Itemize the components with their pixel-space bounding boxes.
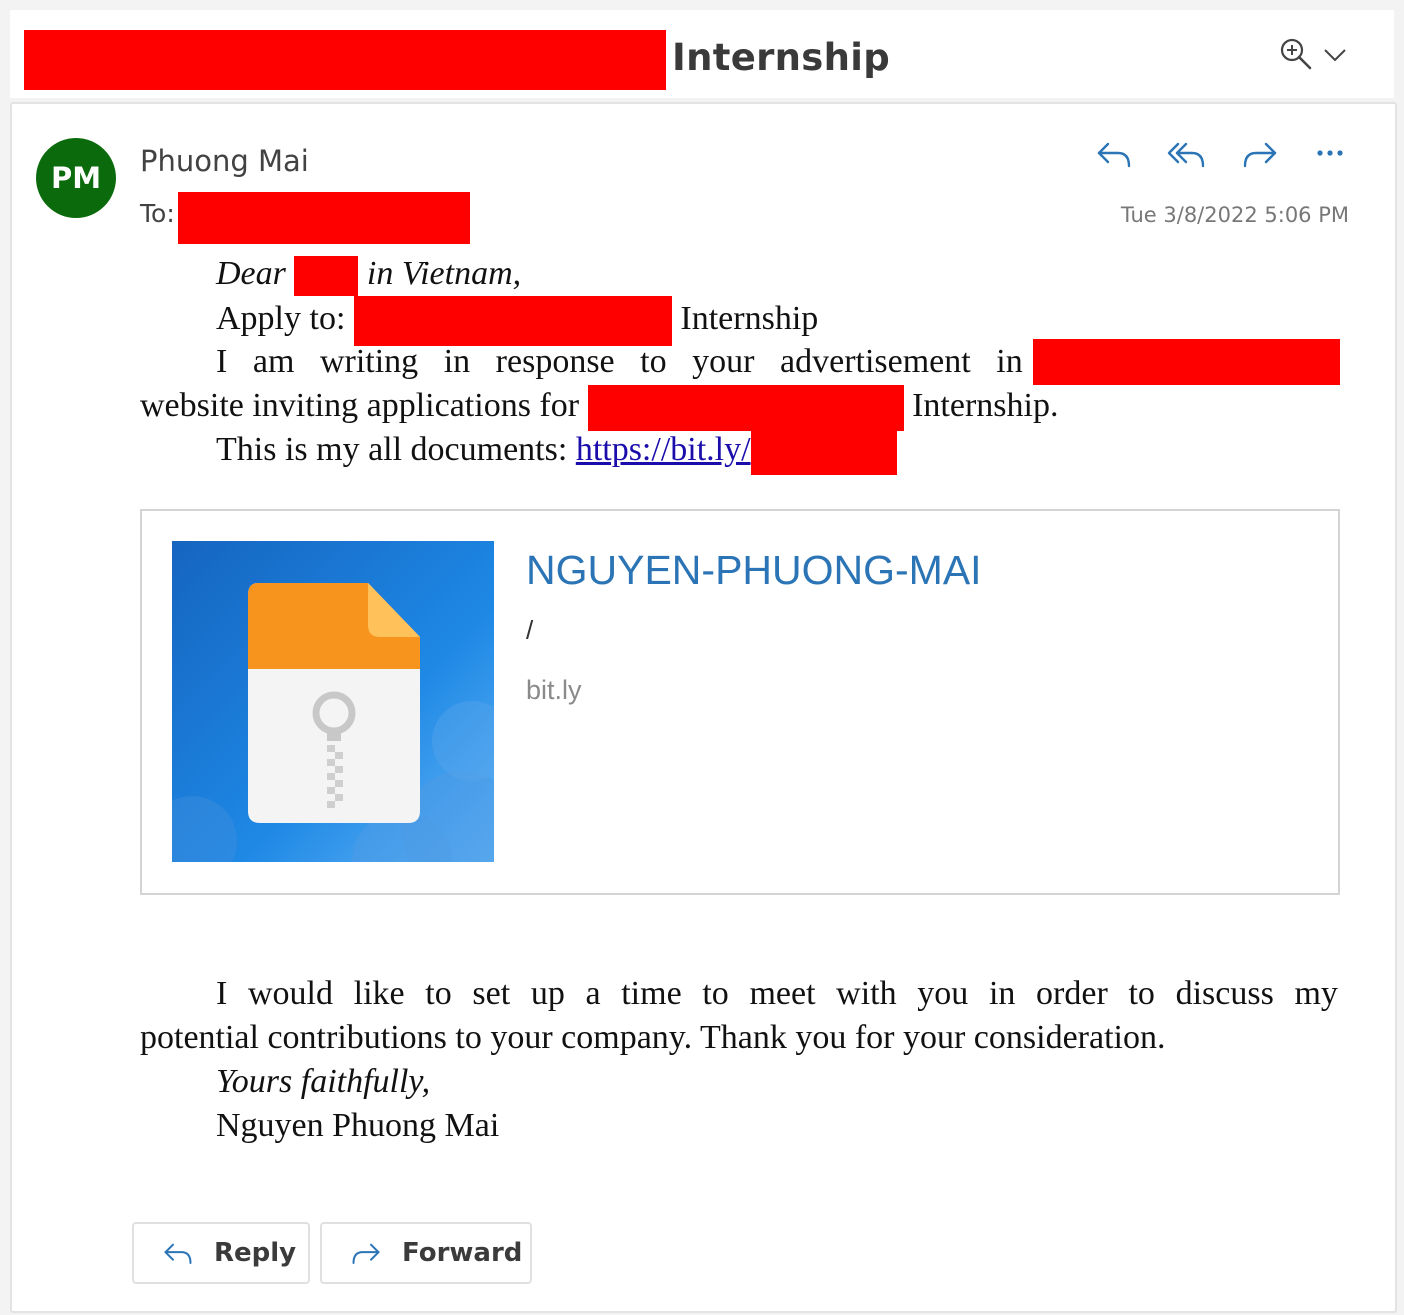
preview-title[interactable]: NGUYEN-PHUONG-MAI <box>526 547 982 594</box>
line3-word: writing <box>319 343 419 380</box>
apply-suffix: Internship <box>680 299 819 337</box>
line3-word: I <box>216 343 228 380</box>
subject-title: Internship <box>672 36 891 79</box>
forward-button[interactable]: Forward <box>320 1222 532 1284</box>
reply-button[interactable]: Reply <box>132 1222 310 1284</box>
preview-domain: bit.ly <box>526 675 582 705</box>
greeting-prefix: Dear <box>216 255 286 292</box>
para2-word: to <box>1128 975 1155 1012</box>
link-preview-card[interactable]: NGUYEN-PHUONG-MAI / bit.ly <box>140 509 1340 895</box>
email-body-closing: Iwould like to set up a time to meet with you in ord… <box>140 972 1338 1148</box>
reply-icon[interactable] <box>1094 136 1134 172</box>
para2-word: my <box>1294 975 1338 1012</box>
timestamp: Tue 3/8/2022 5:06 PM <box>1120 203 1349 227</box>
body-line-3: Iam writing in response to your advertisement i… <box>140 339 1340 385</box>
line3-word: am <box>252 343 295 380</box>
avatar: PM <box>36 138 116 218</box>
reply-all-icon[interactable] <box>1166 136 1206 172</box>
redacted-link-path <box>750 429 897 476</box>
apply-line: Apply to: Internship <box>140 296 1340 346</box>
zip-file-icon <box>172 541 494 862</box>
para2-line-2: potential contributions to your company.… <box>140 1019 1166 1056</box>
body-line-4-suffix: Internship. <box>912 387 1059 424</box>
line3-word: response <box>495 343 615 380</box>
closing-line: Yours faithfully, <box>140 1060 1338 1104</box>
preview-path: / <box>526 615 534 645</box>
reply-icon <box>164 1243 192 1264</box>
line3-word: advertisement <box>780 343 971 380</box>
line3-word: in <box>443 343 471 380</box>
para2-word: discuss <box>1175 975 1274 1012</box>
more-options-icon[interactable] <box>1310 136 1350 172</box>
para2-line-1: Iwould like to set up a time to meet with you in ord… <box>140 972 1338 1016</box>
para2-word: meet <box>749 975 816 1012</box>
para2-word: in <box>988 975 1016 1012</box>
redacted-recipient <box>178 192 470 244</box>
para2-word: to <box>702 975 729 1012</box>
subject-bar: Internship <box>10 10 1394 98</box>
greeting-suffix: in Vietnam, <box>366 255 522 292</box>
message-card: PM Phuong Mai To: Tue 3/8/2022 5:06 PM D… <box>10 102 1397 1313</box>
forward-button-label: Forward <box>402 1238 523 1268</box>
line3-word: in <box>996 343 1023 380</box>
greeting-line: Dear in Vietnam, <box>140 252 1340 297</box>
para2-word: a <box>585 975 601 1012</box>
redacted-source <box>1032 339 1340 385</box>
body-line-3-text: Iam writing in response to your advertisement i… <box>216 340 1023 384</box>
body-line-4-prefix: website inviting applications for <box>140 387 580 424</box>
documents-line: This is my all documents: https://bit.ly… <box>140 428 1340 476</box>
para2-word: set <box>472 975 511 1012</box>
to-label: To: <box>140 199 175 228</box>
para2-word: time <box>621 975 682 1012</box>
para2-word: to <box>425 975 452 1012</box>
para2-word: I <box>216 975 228 1012</box>
para2-word: would <box>247 975 333 1012</box>
zoom-in-icon[interactable] <box>1278 36 1314 72</box>
redacted-position-2 <box>587 385 904 432</box>
line3-word: your <box>692 343 755 380</box>
documents-label: This is my all documents: <box>216 431 568 468</box>
redacted-company <box>294 256 359 297</box>
redacted-position <box>353 296 672 346</box>
email-body: Dear in Vietnam, Apply to: Internship Ia… <box>140 252 1340 476</box>
redacted-subject-prefix <box>24 30 666 90</box>
para2-word: you <box>917 975 969 1012</box>
chevron-down-icon[interactable] <box>1320 40 1350 70</box>
para2-word: up <box>530 975 565 1012</box>
line3-word: to <box>640 343 667 380</box>
forward-icon[interactable] <box>1240 136 1280 172</box>
para2-line-1-text: Iwould like to set up a time to meet with you in ord… <box>216 972 1338 1016</box>
sender-name[interactable]: Phuong Mai <box>140 144 309 178</box>
reply-button-label: Reply <box>214 1238 297 1268</box>
para2-word: like <box>353 975 405 1012</box>
para2-word: order <box>1036 975 1108 1012</box>
closing-text: Yours faithfully, <box>216 1063 431 1100</box>
forward-icon <box>352 1243 380 1264</box>
para2-word: with <box>836 975 897 1012</box>
signature-line: Nguyen Phuong Mai <box>216 1107 500 1144</box>
apply-label: Apply to: <box>216 299 346 337</box>
body-line-4: website inviting applications for Intern… <box>140 384 1340 432</box>
documents-link[interactable]: https://bit.ly/ <box>576 431 751 468</box>
